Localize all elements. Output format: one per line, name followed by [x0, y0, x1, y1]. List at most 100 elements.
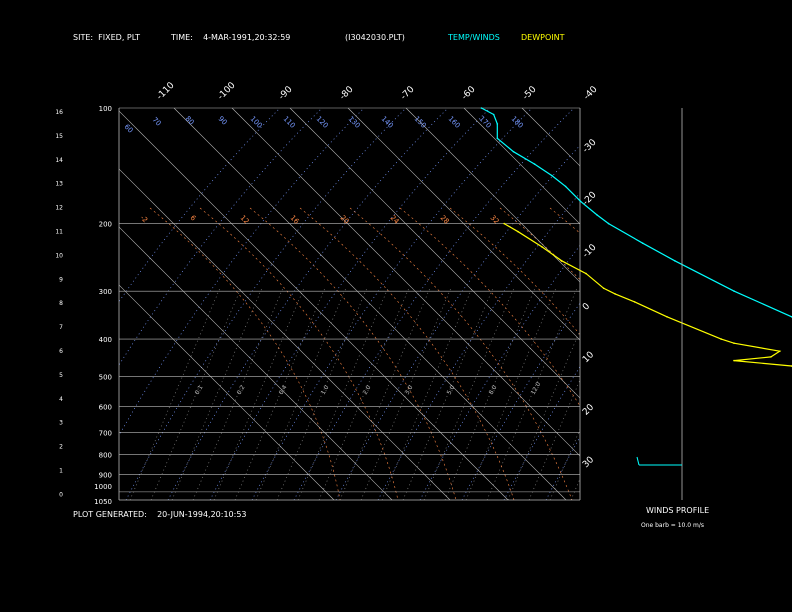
dewpoint-point — [770, 356, 772, 358]
height-tick-label: 2 — [59, 444, 63, 451]
dewpoint-point — [602, 287, 605, 290]
dewpoint-point — [633, 301, 636, 303]
height-tick-label: 6 — [59, 348, 63, 355]
moist-adiabat-label: -2 — [139, 214, 150, 225]
dewpoint-point — [560, 260, 563, 262]
temperature-point — [607, 222, 610, 225]
temperature-point — [674, 260, 676, 262]
height-tick-label: 10 — [55, 252, 63, 259]
mixing-ratio-line — [465, 287, 557, 500]
dry-adiabat — [125, 108, 407, 500]
moist-adiabat-label: 6 — [189, 214, 198, 223]
pressure-tick-label: 400 — [99, 336, 112, 344]
dry-adiabat — [119, 108, 281, 303]
isotherm — [754, 108, 792, 500]
dry-adiabat — [293, 108, 575, 500]
isotherm — [119, 168, 451, 500]
mixing-ratio-label: 3.0 — [404, 384, 415, 396]
moist-adiabat — [499, 207, 580, 281]
temperature-profile-line — [481, 107, 792, 318]
dewpoint-point — [541, 246, 543, 248]
temperature-point — [596, 214, 598, 216]
right-temp-label: -20 — [581, 190, 599, 208]
dry-adiabat-label: 90 — [217, 115, 229, 127]
pressure-tick-label: 300 — [99, 288, 112, 296]
dry-adiabat-label: 100 — [249, 115, 264, 130]
height-tick-label: 13 — [55, 181, 63, 188]
right-temp-label: 30 — [581, 455, 596, 470]
top-temp-label: -70 — [399, 84, 417, 102]
pressure-tick-label: 500 — [99, 373, 112, 381]
dewpoint-point — [778, 350, 781, 353]
temperature-point — [492, 113, 495, 116]
right-temp-label: -30 — [581, 137, 599, 155]
dewpoint-point — [614, 293, 616, 295]
isotherm — [521, 108, 580, 167]
temperature-point — [564, 185, 567, 188]
isotherm — [696, 108, 792, 500]
dewpoint-point — [585, 272, 587, 275]
height-tick-label: 3 — [59, 420, 63, 427]
mixing-ratio-line — [297, 287, 389, 500]
isotherm — [579, 108, 580, 109]
height-tick-label: 5 — [59, 372, 63, 379]
pressure-tick-label: 900 — [99, 471, 112, 479]
mixing-ratio-line — [570, 478, 580, 500]
temperature-point — [496, 123, 499, 125]
dry-adiabat — [251, 108, 533, 500]
temperature-point — [641, 242, 644, 244]
height-tick-label: 15 — [55, 133, 63, 140]
pressure-tick-label: 600 — [99, 404, 112, 412]
height-tick-label: 8 — [59, 300, 63, 307]
dewpoint-point — [733, 359, 735, 362]
dewpoint-profile-line — [503, 223, 792, 367]
mixing-ratio-line — [528, 379, 580, 500]
mixing-ratio-label: 0.1 — [194, 384, 205, 396]
isotherm — [638, 108, 792, 500]
moist-adiabat — [149, 207, 341, 500]
moist-adiabat-label: 32 — [489, 214, 501, 226]
pressure-tick-label: 1000 — [94, 483, 112, 491]
temperature-point — [579, 200, 582, 203]
dry-adiabat-label: 120 — [315, 115, 330, 130]
isotherm — [347, 108, 580, 341]
dry-adiabat — [335, 144, 580, 500]
mixing-ratio-line — [339, 287, 431, 500]
height-tick-label: 12 — [55, 205, 63, 212]
moist-adiabat-label: 20 — [339, 214, 351, 226]
dry-adiabat — [419, 244, 580, 500]
isotherm — [119, 110, 509, 500]
height-tick-label: 7 — [59, 324, 63, 331]
dewpoint-point — [517, 230, 519, 233]
pressure-tick-label: 100 — [99, 105, 112, 113]
dry-adiabat-label: 130 — [347, 115, 362, 130]
temperature-point — [733, 290, 735, 293]
isotherm — [463, 108, 580, 225]
top-temp-label: -100 — [216, 80, 238, 102]
height-tick-label: 1 — [59, 468, 63, 475]
mixing-ratio-label: 12.0 — [530, 381, 543, 396]
top-temp-label: -110 — [155, 80, 177, 102]
pressure-tick-label: 1050 — [94, 498, 112, 506]
moist-adiabat-label: 28 — [439, 214, 451, 226]
dewpoint-point — [666, 316, 668, 318]
moist-adiabat-label: 24 — [389, 214, 401, 226]
isotherm — [405, 108, 580, 283]
top-temp-label: -90 — [277, 84, 295, 102]
height-tick-label: 14 — [55, 157, 63, 164]
isotherm — [119, 284, 335, 500]
moist-adiabat — [449, 207, 580, 336]
isotherm — [231, 108, 580, 457]
mixing-ratio-label: 0.4 — [278, 384, 289, 396]
dry-adiabat-label: 80 — [184, 115, 196, 127]
dewpoint-point — [733, 342, 735, 345]
temperature-point — [496, 137, 499, 140]
moist-adiabat — [199, 207, 399, 500]
top-temp-label: -80 — [338, 84, 356, 102]
dry-adiabat — [119, 108, 365, 437]
dry-adiabat — [588, 108, 792, 500]
wind-barb-flag — [636, 456, 640, 466]
right-temp-label: 0 — [581, 301, 592, 312]
pressure-tick-label: 700 — [99, 429, 112, 437]
dewpoint-point — [720, 338, 722, 340]
